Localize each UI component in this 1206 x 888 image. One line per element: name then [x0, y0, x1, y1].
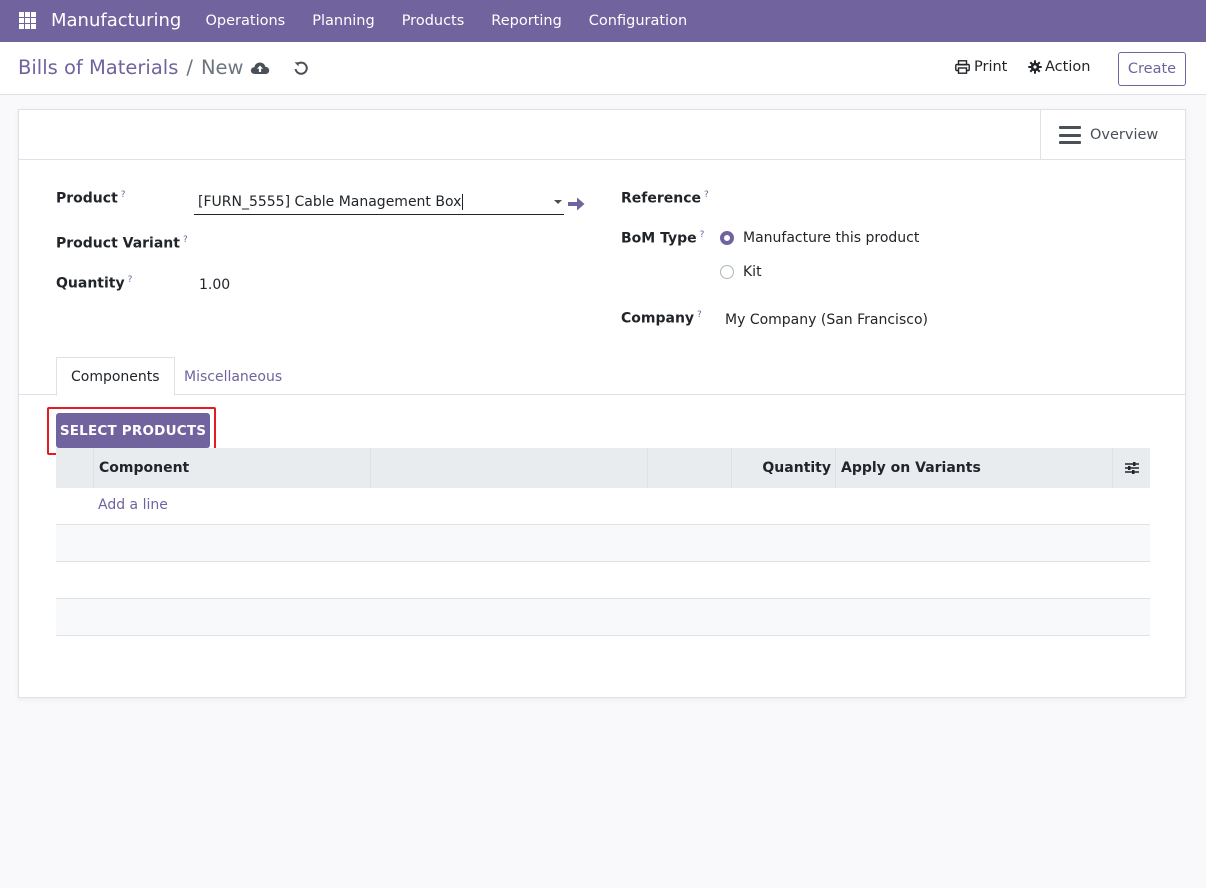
print-label: Print — [974, 59, 1008, 75]
help-tooltip-icon[interactable]: ? — [700, 230, 705, 240]
column-header-handle — [56, 448, 94, 488]
product-label: Product? — [56, 190, 126, 207]
product-label-text: Product — [56, 190, 118, 207]
menu-item-planning[interactable]: Planning — [299, 0, 388, 42]
breadcrumb-bills-of-materials[interactable]: Bills of Materials — [18, 56, 178, 79]
add-line-link[interactable]: Add a line — [98, 497, 168, 513]
table-header: Component Quantity Apply on Variants — [56, 448, 1150, 488]
discard-icon[interactable] — [292, 59, 310, 77]
quantity-label: Quantity? — [56, 275, 132, 292]
bom-type-manufacture-radio[interactable]: Manufacture this product — [720, 230, 919, 246]
company-field[interactable]: My Company (San Francisco) — [725, 312, 928, 328]
button-box: Overview — [19, 110, 1185, 160]
product-input-value: [FURN_5555] Cable Management Box — [198, 194, 462, 210]
table-row: Add a line — [56, 488, 1150, 525]
menu-item-reporting[interactable]: Reporting — [478, 0, 576, 42]
main-menu: Operations Planning Products Reporting C… — [192, 0, 701, 42]
reference-label: Reference? — [621, 190, 709, 207]
bom-type-manufacture-label: Manufacture this product — [743, 230, 920, 246]
bom-type-kit-radio[interactable]: Kit — [720, 264, 762, 280]
gear-icon — [1028, 60, 1042, 74]
table-row — [56, 525, 1150, 562]
company-label-text: Company — [621, 310, 695, 327]
bom-type-kit-label: Kit — [743, 264, 762, 280]
apps-menu-icon[interactable] — [19, 12, 36, 29]
printer-icon — [955, 60, 970, 74]
column-header-component[interactable]: Component — [94, 448, 371, 488]
bom-type-label: BoM Type? — [621, 230, 704, 247]
menu-item-products[interactable]: Products — [388, 0, 478, 42]
product-variant-label: Product Variant? — [56, 235, 188, 252]
help-tooltip-icon[interactable]: ? — [183, 235, 188, 245]
menu-item-operations[interactable]: Operations — [192, 0, 299, 42]
table-row — [56, 562, 1150, 599]
help-tooltip-icon[interactable]: ? — [121, 190, 126, 200]
action-label: Action — [1045, 59, 1091, 75]
tab-components[interactable]: Components — [56, 357, 175, 396]
form-sheet: Overview Product? [FURN_5555] Cable Mana… — [18, 109, 1186, 698]
company-label: Company? — [621, 310, 702, 327]
help-tooltip-icon[interactable]: ? — [697, 310, 702, 320]
quantity-label-text: Quantity — [56, 275, 125, 292]
help-tooltip-icon[interactable]: ? — [128, 275, 133, 285]
bars-icon — [1059, 126, 1081, 144]
radio-unchecked-icon — [720, 265, 734, 279]
text-cursor — [462, 194, 464, 210]
table-row — [56, 599, 1150, 636]
top-navbar: Manufacturing Operations Planning Produc… — [0, 0, 1206, 42]
create-button[interactable]: Create — [1118, 52, 1186, 86]
action-button[interactable]: Action — [1028, 59, 1090, 75]
notebook-tabs: Components Miscellaneous — [19, 357, 1185, 396]
control-panel: Bills of Materials / New Print Action Cr… — [0, 42, 1206, 95]
column-header-quantity[interactable]: Quantity — [732, 448, 836, 488]
breadcrumb-current: New — [200, 56, 244, 79]
column-header-blank-1[interactable] — [371, 448, 648, 488]
product-input[interactable]: [FURN_5555] Cable Management Box — [194, 190, 564, 215]
product-variant-label-text: Product Variant — [56, 235, 180, 252]
print-button[interactable]: Print — [955, 59, 1007, 75]
components-table: Component Quantity Apply on Variants Add… — [56, 448, 1150, 636]
reference-label-text: Reference — [621, 190, 702, 207]
overview-label: Overview — [1090, 127, 1159, 143]
select-products-button[interactable]: SELECT PRODUCTS — [56, 413, 210, 448]
column-header-blank-2[interactable] — [648, 448, 732, 488]
help-tooltip-icon[interactable]: ? — [704, 190, 709, 200]
tab-miscellaneous[interactable]: Miscellaneous — [170, 357, 296, 396]
sliders-icon[interactable] — [1124, 460, 1140, 476]
column-header-apply-on-variants[interactable]: Apply on Variants — [836, 448, 1113, 488]
breadcrumb: Bills of Materials / New — [18, 56, 244, 79]
caret-down-icon[interactable] — [554, 200, 562, 204]
bom-type-label-text: BoM Type — [621, 230, 697, 247]
overview-button[interactable]: Overview — [1040, 110, 1185, 160]
breadcrumb-separator: / — [186, 56, 193, 79]
arrow-right-icon[interactable] — [566, 194, 586, 214]
quantity-input[interactable]: 1.00 — [199, 277, 230, 293]
radio-checked-icon — [720, 231, 734, 245]
app-brand[interactable]: Manufacturing — [51, 10, 181, 31]
cloud-upload-icon[interactable] — [250, 59, 270, 77]
menu-item-configuration[interactable]: Configuration — [575, 0, 700, 42]
